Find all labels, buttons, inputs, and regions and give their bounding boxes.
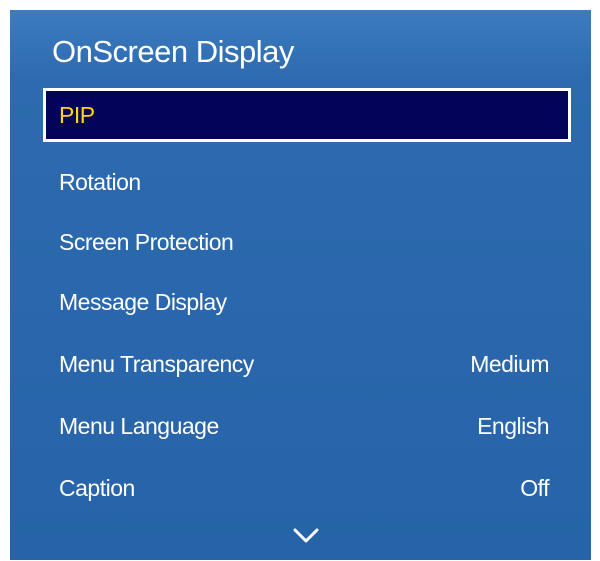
menu-item-label: Menu Transparency: [59, 351, 254, 377]
menu-item-label: Message Display: [59, 289, 227, 315]
menu-item-menu-transparency[interactable]: Menu Transparency Medium: [43, 337, 571, 391]
menu-item-label: Caption: [59, 475, 135, 501]
menu-item-value: Off: [520, 475, 549, 501]
menu-item-value: English: [477, 413, 549, 439]
onscreen-display-panel: OnScreen Display PIP Rotation Screen Pro…: [10, 10, 591, 560]
menu-item-rotation[interactable]: Rotation: [43, 155, 571, 209]
chevron-down-icon[interactable]: [293, 528, 319, 544]
menu-item-label: PIP: [59, 102, 95, 128]
menu-item-label: Screen Protection: [59, 229, 234, 255]
menu-item-message-display[interactable]: Message Display: [43, 275, 571, 329]
menu-title: OnScreen Display: [52, 34, 294, 69]
menu-item-value: Medium: [470, 351, 549, 377]
menu-item-pip[interactable]: PIP: [43, 88, 571, 142]
menu-item-label: Rotation: [59, 169, 141, 195]
menu-item-screen-protection[interactable]: Screen Protection: [43, 215, 571, 269]
menu-item-label: Menu Language: [59, 413, 219, 439]
menu-item-caption[interactable]: Caption Off: [43, 461, 571, 515]
menu-item-menu-language[interactable]: Menu Language English: [43, 399, 571, 453]
